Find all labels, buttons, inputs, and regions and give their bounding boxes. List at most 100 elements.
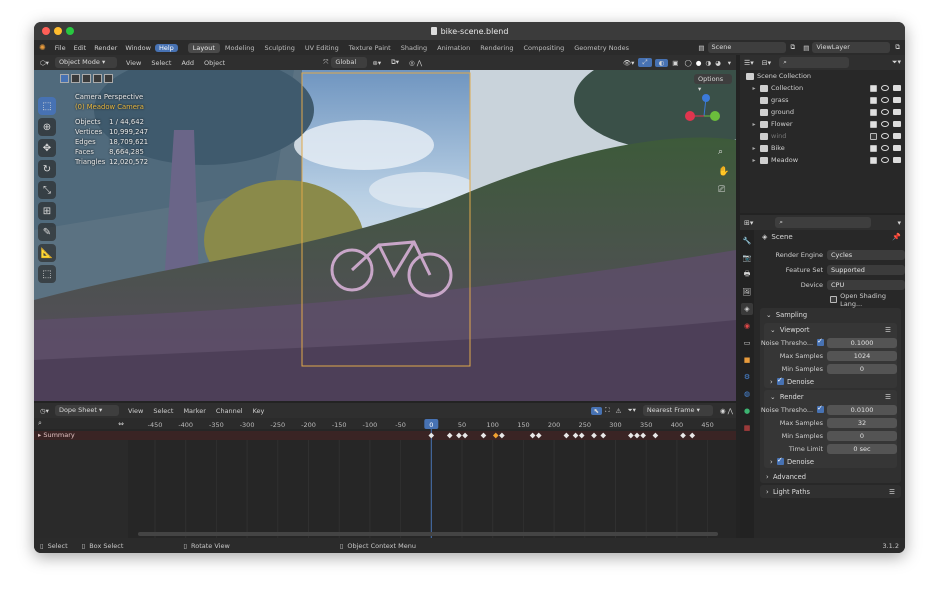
view-layer-selector-icon[interactable]: ▤ <box>800 44 812 52</box>
viewport-menu-select[interactable]: Select <box>146 59 176 67</box>
menu-render[interactable]: Render <box>90 44 121 52</box>
snap-mode-dropdown[interactable]: Nearest Frame ▾ <box>642 405 713 416</box>
shading-options-icon[interactable]: ▾ <box>723 59 736 67</box>
minimize-window-button[interactable] <box>54 27 62 35</box>
keyframe[interactable] <box>462 432 468 439</box>
render-noise-field[interactable]: 0.0100 <box>827 404 897 415</box>
viewport-min-samples-field[interactable]: 0 <box>827 363 897 374</box>
select-invert-icon[interactable] <box>93 74 102 83</box>
viewport-menu-view[interactable]: View <box>121 59 146 67</box>
modifier-tab-icon[interactable]: ⚙ <box>741 371 753 383</box>
select-new-icon[interactable] <box>60 74 69 83</box>
exclude-checkbox[interactable] <box>870 84 877 92</box>
eye-icon[interactable] <box>881 144 889 151</box>
dopesheet-menu-key[interactable]: Key <box>248 407 270 415</box>
collection-tab-icon[interactable]: ▭ <box>741 337 753 349</box>
annotate-tool[interactable]: ✎ <box>38 223 56 241</box>
shading-rendered-icon[interactable]: ◕ <box>713 59 723 67</box>
visibility-icon[interactable]: 👁▾ <box>619 59 639 67</box>
scene-tab-icon[interactable]: ◈ <box>741 303 753 315</box>
transform-orientation-icon[interactable]: ⤧ <box>320 58 331 67</box>
dopesheet-menu-view[interactable]: View <box>123 407 148 415</box>
keyframe-area[interactable]: -450 -400 -350 -300 -250 -200 -150 -100 -50 0 50 10… <box>128 418 736 538</box>
tab-rendering[interactable]: Rendering <box>475 43 518 53</box>
keyframe[interactable] <box>535 432 542 439</box>
move-tool[interactable]: ✥ <box>38 139 56 157</box>
properties-options-icon[interactable]: ▾ <box>893 219 905 227</box>
outliner-item-meadow[interactable]: ▸ Meadow <box>740 154 905 166</box>
time-limit-field[interactable]: 0 sec <box>827 443 897 454</box>
keyframe[interactable] <box>634 432 640 439</box>
camera-render-icon[interactable] <box>893 96 901 103</box>
pin-icon[interactable]: 📌 <box>892 233 905 241</box>
particles-tab-icon[interactable]: ◍ <box>741 388 753 400</box>
camera-render-icon[interactable] <box>893 120 901 127</box>
timeline-scrollbar[interactable] <box>138 532 718 536</box>
shading-wireframe-icon[interactable]: ◯ <box>682 59 693 67</box>
render-engine-dropdown[interactable]: Cycles <box>827 249 905 260</box>
tab-sculpting[interactable]: Sculpting <box>259 43 299 53</box>
exclude-checkbox[interactable] <box>870 156 877 164</box>
exclude-checkbox[interactable] <box>870 108 877 116</box>
new-scene-icon[interactable]: ⧉ <box>786 43 801 52</box>
outliner-item-wind[interactable]: wind <box>740 130 905 142</box>
outliner-editor-icon[interactable]: ☰▾ <box>740 59 758 67</box>
sampling-panel-header[interactable]: ⌄ Sampling <box>760 308 901 321</box>
dopesheet-menu-select[interactable]: Select <box>148 407 178 415</box>
gizmo-icon[interactable]: ⤢ <box>638 58 652 67</box>
outliner-item-flower[interactable]: ▸ Flower <box>740 118 905 130</box>
keyframe[interactable] <box>480 432 487 439</box>
proportional-icon[interactable]: ◉ ⋀ <box>717 407 736 415</box>
measure-tool[interactable]: 📐 <box>38 244 56 262</box>
select-extend-icon[interactable] <box>71 74 80 83</box>
keyframe[interactable] <box>446 432 453 439</box>
device-dropdown[interactable]: CPU <box>827 279 905 290</box>
viewport-max-samples-field[interactable]: 1024 <box>827 350 897 361</box>
light-paths-presets-icon[interactable]: ☰ <box>889 488 901 496</box>
zoom-window-button[interactable] <box>66 27 74 35</box>
exclude-checkbox[interactable] <box>870 144 877 152</box>
object-tab-icon[interactable]: ■ <box>741 354 753 366</box>
tool-tab-icon[interactable]: 🔧 <box>741 235 753 247</box>
dopesheet-mode-dropdown[interactable]: Dope Sheet ▾ <box>54 405 119 416</box>
keyframe[interactable] <box>652 432 659 439</box>
tab-animation[interactable]: Animation <box>432 43 475 53</box>
exclude-checkbox[interactable] <box>870 96 877 104</box>
transform-tool[interactable]: ⊞ <box>38 202 56 220</box>
options-dropdown[interactable]: Options ▾ <box>694 74 732 93</box>
transform-orientation-dropdown[interactable]: Global <box>331 57 368 68</box>
camera-render-icon[interactable] <box>893 84 901 91</box>
camera-render-icon[interactable] <box>893 144 901 151</box>
proportional-edit-icon[interactable]: ◎ ⋀ <box>404 59 427 67</box>
tab-uv-editing[interactable]: UV Editing <box>300 43 344 53</box>
view-layer-tab-icon[interactable]: 🖼 <box>741 286 753 298</box>
keyframe[interactable] <box>578 432 585 439</box>
keyframe[interactable] <box>499 432 505 439</box>
menu-edit[interactable]: Edit <box>70 44 91 52</box>
viewport-denoise-toggle[interactable]: › Denoise <box>764 375 897 388</box>
osl-checkbox[interactable] <box>830 296 838 303</box>
outliner-item-collection[interactable]: ▸ Collection <box>740 82 905 94</box>
cursor-tool[interactable]: ⊕ <box>38 118 56 136</box>
scene-name-field[interactable]: Scene <box>707 42 786 53</box>
filter-icon[interactable]: ⏷▾ <box>624 406 638 415</box>
keyframe[interactable] <box>456 432 462 439</box>
select-subtract-icon[interactable] <box>82 74 91 83</box>
new-view-layer-icon[interactable]: ⧉ <box>890 43 905 52</box>
render-subpanel-header[interactable]: ⌄ Render ☰ <box>764 390 897 403</box>
keyframe[interactable] <box>628 432 634 439</box>
dopesheet-menu-channel[interactable]: Channel <box>211 407 248 415</box>
xray-icon[interactable]: ▣ <box>668 59 682 67</box>
light-paths-panel-header[interactable]: › Light Paths ☰ <box>760 485 901 498</box>
expand-arrow-icon[interactable]: ▸ <box>750 85 758 92</box>
presets-icon[interactable]: ☰ <box>885 326 897 334</box>
camera-render-icon[interactable] <box>893 156 901 163</box>
shading-solid-icon[interactable]: ● <box>694 59 704 67</box>
eye-icon[interactable] <box>881 120 889 127</box>
select-box-tool[interactable]: ⬚ <box>38 97 56 115</box>
editor-type-icon[interactable]: ⬡▾ <box>34 59 55 67</box>
rotate-tool[interactable]: ↻ <box>38 160 56 178</box>
add-cube-tool[interactable]: ⬚ <box>38 265 56 283</box>
tab-geometry-nodes[interactable]: Geometry Nodes <box>569 43 634 53</box>
camera-view-icon[interactable]: ⎚ <box>718 185 726 195</box>
